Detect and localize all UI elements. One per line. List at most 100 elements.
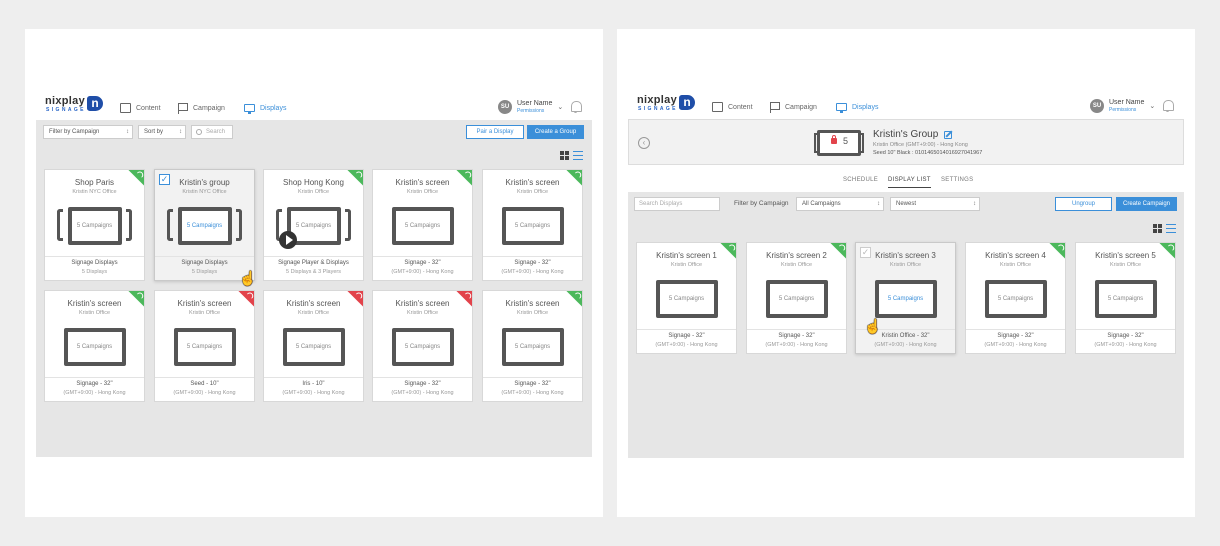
campaign-count: 5 Campaigns (186, 223, 223, 229)
user-menu[interactable]: SU User Name Permissions ⌄ (1090, 95, 1155, 117)
group-header: ‹ 5 Kristin's Group Kristin Office (GMT+… (628, 119, 1184, 165)
card-device-detail: (GMT+9:00) - Hong Kong (501, 390, 564, 396)
group-bracket-right (860, 133, 864, 153)
ungroup-button[interactable]: Ungroup (1055, 197, 1112, 211)
card-divider (373, 256, 472, 257)
display-card[interactable]: Kristin's screen 2 Kristin Office 5 Camp… (746, 242, 847, 354)
campaign-select[interactable]: All Campaigns (796, 197, 884, 211)
nav-campaign[interactable]: Campaign (770, 97, 817, 117)
card-title: Kristin's screen 2 (766, 251, 827, 260)
card-title: Kristin's screen (505, 299, 560, 308)
tab-settings[interactable]: SETTINGS (941, 177, 973, 183)
card-title: Kristin's screen (67, 299, 122, 308)
sort-select[interactable]: Newest (890, 197, 980, 211)
display-card[interactable]: Kristin's screen Kristin Office 5 Campai… (263, 290, 364, 402)
sort-select[interactable]: Sort by (138, 125, 186, 139)
search-placeholder: Search Displays (639, 201, 683, 207)
card-location: Kristin NYC Office (72, 189, 117, 195)
card-divider (373, 377, 472, 378)
screen-thumbnail: 5 Campaigns (177, 207, 232, 245)
nixplay-logo[interactable]: nixplay SIGNAGE n (45, 96, 105, 116)
card-title: Shop Paris (74, 178, 115, 187)
campaign-count: 5 Campaigns (76, 223, 113, 229)
screen-thumbnail: 5 Campaigns (391, 328, 454, 366)
search-displays-input[interactable]: Search Displays (634, 197, 720, 211)
list-view-icon[interactable] (573, 151, 583, 160)
nav-displays[interactable]: Displays (836, 97, 879, 121)
display-card-selected[interactable]: ✓ Kristin's screen 3 Kristin Office 5 Ca… (855, 242, 956, 354)
card-device-detail: 5 Displays (81, 269, 108, 275)
user-menu[interactable]: SU User Name Permissions ⌄ (498, 96, 563, 118)
display-card[interactable]: Kristin's screen Kristin Office 5 Campai… (154, 290, 255, 402)
display-card[interactable]: Shop Paris Kristin NYC Office 5 Campaign… (44, 169, 145, 281)
tab-schedule[interactable]: SCHEDULE (843, 177, 878, 183)
campaign-count: 5 Campaigns (1107, 296, 1144, 302)
campaign-count: 5 Campaigns (514, 344, 551, 350)
back-arrow-icon[interactable]: ‹ (638, 137, 650, 149)
screen-thumbnail: 5 Campaigns (874, 280, 937, 318)
card-divider (483, 256, 582, 257)
screen-thumbnail: 5 Campaigns (67, 207, 122, 245)
bell-icon[interactable] (570, 100, 582, 113)
campaign-count: 5 Campaigns (514, 223, 551, 229)
nav-content[interactable]: Content (120, 98, 161, 118)
displays-content: Filter by Campaign Sort by Search Pair a… (36, 120, 592, 457)
display-card[interactable]: Kristin's screen 4 Kristin Office 5 Camp… (965, 242, 1066, 354)
nav-content[interactable]: Content (712, 97, 753, 117)
grid-view-icon[interactable] (560, 151, 569, 160)
card-divider (747, 329, 846, 330)
monitor-icon (836, 103, 847, 113)
search-input[interactable]: Search (191, 125, 233, 139)
create-campaign-button[interactable]: Create Campaign (1116, 197, 1177, 211)
display-card[interactable]: Kristin's screen Kristin Office 5 Campai… (482, 169, 583, 281)
display-card[interactable]: Kristin's screen 5 Kristin Office 5 Camp… (1075, 242, 1176, 354)
pair-display-button[interactable]: Pair a Display (466, 125, 524, 139)
hand-cursor-icon: ☝ (864, 318, 882, 334)
screen-thumbnail: 5 Campaigns (173, 328, 236, 366)
display-card-selected[interactable]: ✓ Kristin's group Kristin NYC Office 5 C… (154, 169, 255, 281)
card-device-type: Signage Player & Displays (278, 260, 349, 266)
user-name: User Name (1109, 99, 1145, 106)
display-card[interactable]: Kristin's screen Kristin Office 5 Campai… (44, 290, 145, 402)
display-card[interactable]: Shop Hong Kong Kristin Office 5 Campaign… (263, 169, 364, 281)
card-device-type: Signage - 32" (514, 381, 551, 387)
card-device-detail: (GMT+9:00) - Hong Kong (63, 390, 126, 396)
logo-wordmark: nixplay (637, 94, 678, 106)
tab-display-list[interactable]: DISPLAY LIST (888, 177, 931, 188)
card-title: Shop Hong Kong (283, 178, 344, 187)
card-device-type: Signage Displays (71, 260, 118, 266)
card-title: Kristin's screen (395, 299, 450, 308)
card-title: Kristin's screen 4 (985, 251, 1046, 260)
grid-view-icon[interactable] (1153, 224, 1162, 233)
list-view-icon[interactable] (1166, 224, 1176, 233)
display-card[interactable]: Kristin's screen Kristin Office 5 Campai… (372, 169, 473, 281)
create-group-button[interactable]: Create a Group (527, 125, 584, 139)
bell-icon[interactable] (1162, 99, 1174, 112)
card-device-detail: (GMT+9:00) - Hong Kong (984, 342, 1047, 348)
nav-content-label: Content (728, 103, 753, 111)
nav-displays[interactable]: Displays (244, 98, 287, 122)
screen-thumbnail: 5 Campaigns (391, 207, 454, 245)
card-location: Kristin Office (78, 310, 111, 316)
display-card[interactable]: Kristin's screen 1 Kristin Office 5 Camp… (636, 242, 737, 354)
logo-wordmark: nixplay (45, 95, 86, 107)
campaign-count: 5 Campaigns (887, 296, 924, 302)
display-card[interactable]: Kristin's screen Kristin Office 5 Campai… (482, 290, 583, 402)
filter-campaign-select[interactable]: Filter by Campaign (43, 125, 133, 139)
user-permissions-link[interactable]: Permissions (517, 108, 552, 114)
campaign-count: 5 Campaigns (404, 344, 441, 350)
card-divider (264, 256, 363, 257)
user-permissions-link[interactable]: Permissions (1109, 107, 1144, 113)
group-detail-panel: nixplay SIGNAGE n Content Campaign Displ… (617, 29, 1195, 517)
nav-displays-label: Displays (852, 103, 879, 111)
nav-content-label: Content (136, 104, 161, 112)
nav-campaign[interactable]: Campaign (178, 98, 225, 118)
display-card[interactable]: Kristin's screen Kristin Office 5 Campai… (372, 290, 473, 402)
card-device-detail: (GMT+9:00) - Hong Kong (874, 342, 937, 348)
card-location: Kristin Office (406, 189, 439, 195)
group-name: Kristin's Group (873, 129, 939, 140)
campaign-count: 5 Campaigns (76, 344, 113, 350)
screen-thumbnail: 5 Campaigns (1094, 280, 1157, 318)
edit-icon[interactable] (944, 131, 952, 139)
nixplay-logo[interactable]: nixplay SIGNAGE n (637, 95, 697, 115)
